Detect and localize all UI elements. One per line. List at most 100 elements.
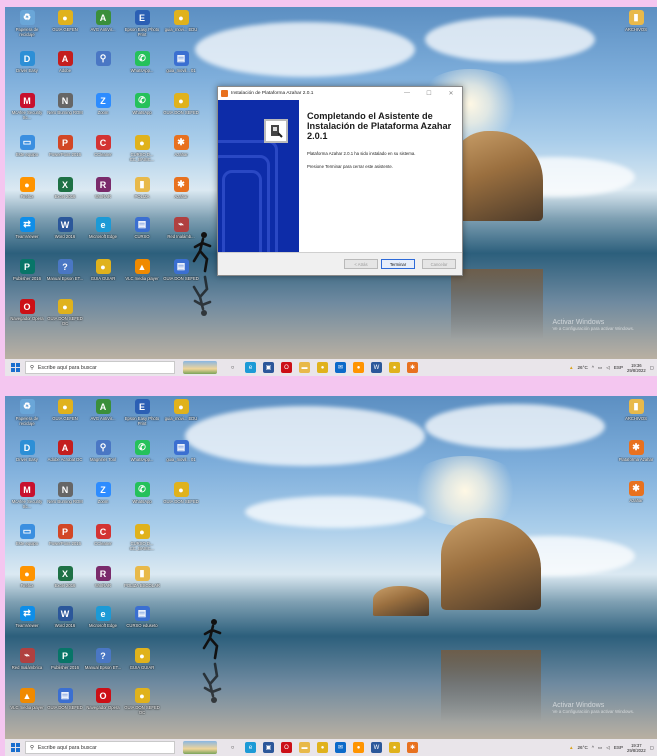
desktop-shortcut[interactable]: ♻ Papelera de reciclaje: [8, 10, 46, 37]
desktop-shortcut[interactable]: P PowerPoint 2016: [46, 524, 84, 546]
battery-icon[interactable]: ▭: [598, 745, 602, 751]
desktop-shortcut[interactable]: R WinRAR: [84, 177, 122, 199]
desktop-shortcut[interactable]: ▮ ARCHIVOS: [617, 399, 655, 421]
desktop-shortcut[interactable]: Z Zoom: [84, 482, 122, 504]
weather-icon[interactable]: ▲: [569, 365, 574, 370]
desktop-shortcut[interactable]: ⚲ Magnifier Tool: [84, 440, 122, 462]
desktop-shortcut[interactable]: ▤ GUIA DON SEFED: [46, 688, 84, 710]
desktop-shortcut[interactable]: D Driver Easy: [8, 440, 46, 462]
weather-icon[interactable]: ▲: [569, 745, 574, 750]
desktop-shortcut[interactable]: ▤ CURSO eduseto: [123, 606, 161, 628]
desktop-shortcut[interactable]: ● GUIA DON SEFED OC: [123, 688, 161, 715]
chrome-icon[interactable]: ●: [317, 742, 328, 753]
desktop-shortcut[interactable]: P Publisher 2016: [46, 648, 84, 670]
desktop-shortcut[interactable]: ✆ WhatsApp: [123, 482, 161, 504]
desktop-shortcut[interactable]: A Adobe: [46, 51, 84, 73]
desktop-shortcut[interactable]: E Epson Easy Photo Print: [123, 10, 161, 37]
desktop-shortcut[interactable]: C CCleaner: [84, 135, 122, 157]
close-icon[interactable]: ✕: [440, 90, 462, 97]
desktop-shortcut[interactable]: e Microsoft Edge: [84, 217, 122, 239]
language-indicator[interactable]: ESP: [614, 365, 623, 370]
language-indicator[interactable]: ESP: [614, 745, 623, 750]
maximize-icon[interactable]: ☐: [418, 90, 440, 97]
desktop-shortcut[interactable]: ● guia_movi... EDU: [162, 10, 200, 32]
desktop-shortcut[interactable]: ▤ CURSO: [123, 217, 161, 239]
chrome-icon[interactable]: ●: [317, 362, 328, 373]
mail-icon[interactable]: ✉: [335, 742, 346, 753]
desktop-shortcut[interactable]: ⇄ TeamViewer: [8, 606, 46, 628]
desktop-shortcut[interactable]: X Excel 2016: [46, 566, 84, 588]
desktop-shortcut[interactable]: W Word 2016: [46, 217, 84, 239]
notifications-icon[interactable]: ▢: [650, 365, 654, 371]
firefox-icon[interactable]: ●: [353, 362, 364, 373]
taskbar-search[interactable]: ⚲ Escribe aquí para buscar: [25, 361, 175, 374]
desktop-shortcut[interactable]: A AVG AntiVir...: [84, 399, 122, 421]
desktop-shortcut[interactable]: ✱ Azahar: [617, 481, 655, 503]
desktop-shortcut[interactable]: ● CURSO D... CC_BASIC...: [123, 135, 161, 162]
store-icon[interactable]: ▣: [263, 362, 274, 373]
clock[interactable]: 19:36 29/8/2022: [627, 363, 646, 373]
minimize-icon[interactable]: —: [396, 90, 418, 97]
desktop-shortcut[interactable]: ▭ Este equipo: [8, 524, 46, 546]
battery-icon[interactable]: ▭: [598, 365, 602, 371]
notifications-icon[interactable]: ▢: [650, 745, 654, 751]
edge-icon[interactable]: e: [245, 362, 256, 373]
weather-temp[interactable]: 26°C: [578, 365, 588, 370]
desktop-shortcut[interactable]: ▤ guia_movil... 01: [162, 440, 200, 462]
desktop-shortcut[interactable]: N Nero Burning ROM: [46, 93, 84, 115]
desktop-shortcut[interactable]: ● GUIA GUIAR: [123, 648, 161, 670]
desktop-shortcut[interactable]: ● CURSO D... CC_BASIC...: [123, 524, 161, 551]
desktop-shortcut[interactable]: P PowerPoint 2016: [46, 135, 84, 157]
desktop-shortcut[interactable]: W Word 2016: [46, 606, 84, 628]
desktop-shortcut[interactable]: A AVG AntiVir...: [84, 10, 122, 32]
finish-button[interactable]: Terminar: [381, 259, 415, 269]
tray-chevron-icon[interactable]: ^: [592, 365, 594, 370]
desktop-shortcut[interactable]: ● GUIA GUIAR: [84, 259, 122, 281]
desktop-shortcut[interactable]: X Excel 2016: [46, 177, 84, 199]
desktop-shortcut[interactable]: C CCleaner: [84, 524, 122, 546]
store-icon[interactable]: ▣: [263, 742, 274, 753]
taskbar-search[interactable]: ⚲ Escribe aquí para buscar: [25, 741, 175, 754]
opera-icon[interactable]: O: [281, 742, 292, 753]
desktop-shortcut[interactable]: ✱ Azahar: [162, 135, 200, 157]
start-button[interactable]: [5, 359, 25, 376]
desktop-shortcut[interactable]: ▮ POLIZA: [123, 177, 161, 199]
desktop-shortcut[interactable]: ⚲: [84, 51, 122, 68]
file-explorer-icon[interactable]: ▬: [299, 742, 310, 753]
weather-temp[interactable]: 26°C: [578, 745, 588, 750]
desktop[interactable]: ♻ Papelera de reciclaje ● GUIA GEFEN A AVG An…: [5, 7, 657, 359]
desktop-shortcut[interactable]: ✱ Azahar: [162, 177, 200, 199]
dialog-titlebar[interactable]: Instalación de Plataforma Azahar 2.0.1 —…: [218, 87, 462, 100]
desktop-shortcut[interactable]: ⌁ Red Inalámb...: [162, 217, 200, 239]
desktop-shortcut[interactable]: ● guia_movi... EDU: [162, 399, 200, 421]
desktop-shortcut[interactable]: ⌁ Red Inalámbrica: [8, 648, 46, 670]
task-view-icon[interactable]: ○: [227, 742, 238, 753]
desktop-shortcut[interactable]: ● GUIA DON SEFED: [162, 93, 200, 115]
azahar-icon[interactable]: ✱: [407, 742, 418, 753]
desktop-shortcut[interactable]: N Nero Burning ROM: [46, 482, 84, 504]
chrome-icon[interactable]: ●: [389, 742, 400, 753]
azahar-icon[interactable]: ✱: [407, 362, 418, 373]
file-explorer-icon[interactable]: ▬: [299, 362, 310, 373]
desktop-shortcut[interactable]: ⇄ TeamViewer: [8, 217, 46, 239]
desktop-shortcut[interactable]: P Publisher 2016: [8, 259, 46, 281]
desktop[interactable]: ♻ Papelera de reciclaje ● GUIA GEFEN A AVG An…: [5, 396, 657, 739]
desktop-shortcut[interactable]: ● GUIA GEFEN: [46, 10, 84, 32]
desktop-shortcut[interactable]: ✆ WhatsApp: [123, 93, 161, 115]
task-view-icon[interactable]: ○: [227, 362, 238, 373]
desktop-shortcut[interactable]: M McAfee Security Sc...: [8, 482, 46, 509]
desktop-shortcut[interactable]: ✆ WhatsApp...: [123, 51, 161, 73]
desktop-shortcut[interactable]: ● GUIA DON SEFED OC: [46, 299, 84, 326]
opera-icon[interactable]: O: [281, 362, 292, 373]
desktop-shortcut[interactable]: D Driver Easy: [8, 51, 46, 73]
desktop-shortcut[interactable]: ▤ GUIA DON SEFED: [162, 259, 200, 281]
desktop-shortcut[interactable]: ▮ ARCHIVOS: [617, 10, 655, 32]
desktop-shortcut[interactable]: O Navegador Opera: [8, 299, 46, 321]
desktop-shortcut[interactable]: ✆ WhatsApp...: [123, 440, 161, 462]
clock[interactable]: 19:37 29/8/2022: [627, 743, 646, 753]
search-highlight-image[interactable]: [183, 361, 217, 374]
volume-icon[interactable]: ◁: [606, 745, 610, 751]
mail-icon[interactable]: ✉: [335, 362, 346, 373]
desktop-shortcut[interactable]: E Epson Easy Photo Print: [123, 399, 161, 426]
back-button[interactable]: < Atrás: [344, 259, 378, 269]
